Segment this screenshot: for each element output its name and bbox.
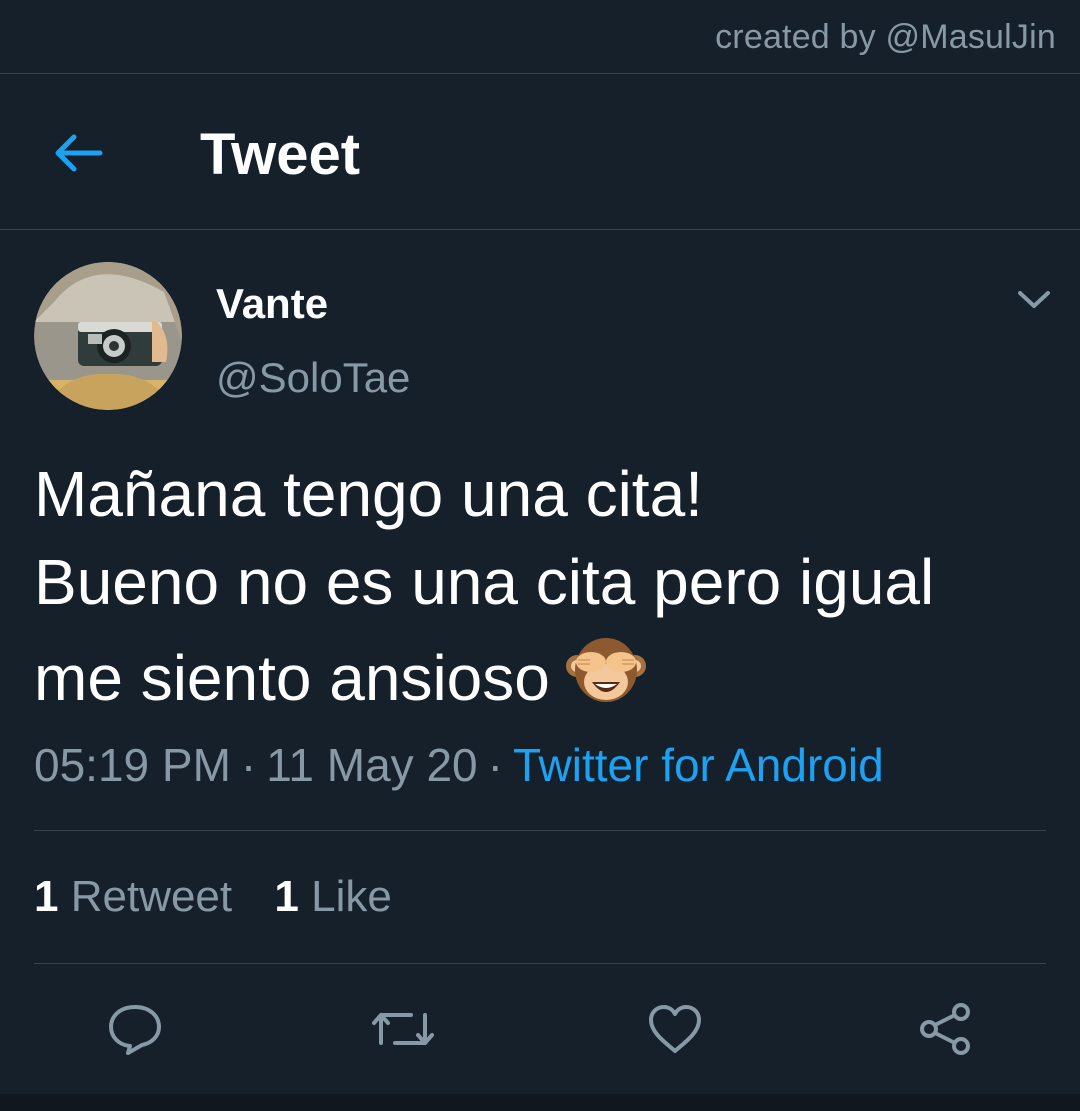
tweet-source-link[interactable]: Twitter for Android <box>513 739 884 791</box>
header: Tweet <box>0 74 1080 230</box>
tweet-text-line-3: me siento ansioso <box>34 642 550 714</box>
divider <box>34 963 1046 964</box>
retweet-button[interactable] <box>368 994 438 1064</box>
tweet-meta: 05:19 PM · 11 May 20 · Twitter for Android <box>34 738 884 792</box>
retweets-count: 1 <box>34 872 59 921</box>
tweet-stats: 1 Retweet 1 Like <box>34 872 422 922</box>
tweet-time: 05:19 PM <box>34 739 231 791</box>
page-title: Tweet <box>200 122 361 187</box>
back-button[interactable] <box>40 120 116 186</box>
likes-count: 1 <box>274 872 299 921</box>
avatar[interactable] <box>34 262 182 410</box>
tweet-text-line-last: me siento ansioso <box>34 626 1044 722</box>
display-name[interactable]: Vante <box>216 280 328 328</box>
see-no-evil-monkey-icon <box>565 638 646 702</box>
share-icon <box>920 1003 970 1055</box>
tweet-text: Mañana tengo una cita! Bueno no es una c… <box>34 450 1044 722</box>
like-button[interactable] <box>640 994 710 1064</box>
meta-separator: · <box>487 739 503 791</box>
retweets-stat[interactable]: 1 Retweet <box>34 872 232 922</box>
divider <box>34 830 1046 831</box>
arrow-left-icon <box>55 134 103 172</box>
action-bar <box>0 994 1080 1064</box>
tweet-text-line: Bueno no es una cita pero igual <box>34 546 935 618</box>
tweet-date: 11 May 20 <box>266 739 478 791</box>
like-icon <box>649 1005 701 1053</box>
more-options-button[interactable] <box>1010 280 1058 320</box>
share-button[interactable] <box>910 994 980 1064</box>
likes-stat[interactable]: 1 Like <box>274 872 391 922</box>
credit-text: created by @MasulJin <box>715 18 1056 56</box>
reply-button[interactable] <box>100 994 170 1064</box>
tweet-text-line: Mañana tengo una cita! <box>34 458 703 530</box>
retweet-icon <box>372 1013 434 1045</box>
bottom-edge <box>0 1094 1080 1111</box>
meta-separator: · <box>240 739 257 791</box>
user-handle[interactable]: @SoloTae <box>216 354 410 402</box>
retweets-label: Retweet <box>70 872 233 921</box>
likes-label: Like <box>311 872 392 921</box>
reply-icon <box>109 1005 161 1055</box>
credit-bar: created by @MasulJin <box>0 0 1080 74</box>
chevron-down-icon <box>1018 291 1050 308</box>
